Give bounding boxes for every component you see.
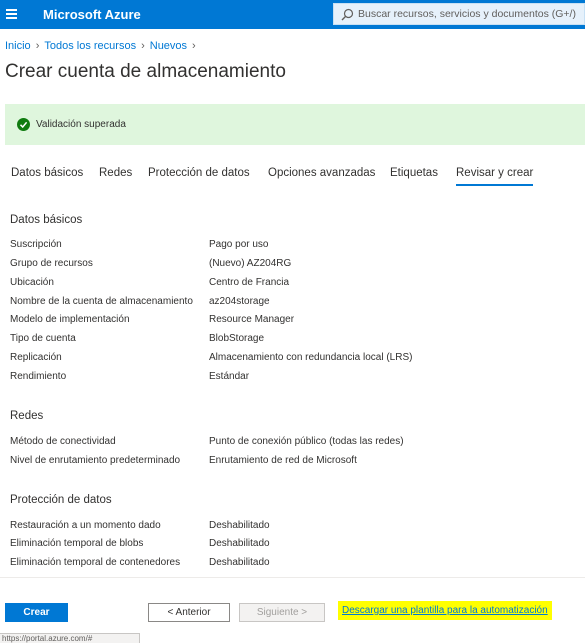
chevron-right-icon: › bbox=[35, 40, 40, 52]
tab-revisar-y-crear[interactable]: Revisar y crear bbox=[456, 167, 534, 186]
summary-label: Restauración a un momento dado bbox=[10, 520, 161, 531]
summary-label: Rendimiento bbox=[10, 371, 67, 382]
summary-value: BlobStorage bbox=[209, 333, 265, 344]
summary-value: Estándar bbox=[209, 371, 250, 382]
previous-button[interactable]: < Anterior bbox=[148, 603, 230, 622]
summary-value: Pago por uso bbox=[209, 239, 269, 250]
create-button[interactable]: Crear bbox=[5, 603, 68, 622]
chevron-right-icon: › bbox=[141, 40, 145, 52]
summary-label: Grupo de recursos bbox=[10, 258, 93, 269]
breadcrumb-nuevos[interactable]: Nuevos bbox=[150, 40, 187, 52]
check-circle-icon bbox=[17, 118, 30, 131]
summary-label: Replicación bbox=[10, 352, 62, 363]
validation-banner: Validación superada bbox=[5, 104, 585, 145]
breadcrumb: Inicio › Todos los recursos › Nuevos › bbox=[5, 40, 201, 52]
summary-label: Método de conectividad bbox=[10, 436, 116, 447]
summary-value: Punto de conexión público (todas las red… bbox=[209, 436, 404, 447]
search-box[interactable]: Buscar recursos, servicios y documentos … bbox=[333, 3, 585, 25]
summary-value: Deshabilitado bbox=[209, 520, 270, 531]
summary-label: Tipo de cuenta bbox=[10, 333, 76, 344]
tab-proteccion-de-datos[interactable]: Protección de datos bbox=[148, 167, 250, 179]
top-bar: Microsoft Azure Buscar recursos, servici… bbox=[0, 0, 585, 29]
summary-value: Deshabilitado bbox=[209, 557, 270, 568]
section-heading-basics: Datos básicos bbox=[10, 214, 83, 226]
validation-text: Validación superada bbox=[36, 119, 126, 130]
summary-label: Nombre de la cuenta de almacenamiento bbox=[10, 296, 193, 307]
summary-value: Resource Manager bbox=[209, 314, 295, 325]
summary-value: Deshabilitado bbox=[209, 538, 270, 549]
tab-bar: Datos básicos Redes Protección de datos … bbox=[0, 162, 585, 188]
chevron-right-icon: › bbox=[192, 40, 196, 52]
footer-divider bbox=[0, 577, 585, 578]
summary-value: az204storage bbox=[209, 296, 270, 307]
section-heading-data-protection: Protección de datos bbox=[10, 494, 112, 506]
status-bar-url: https://portal.azure.com/# bbox=[0, 633, 140, 643]
section-heading-networking: Redes bbox=[10, 410, 44, 422]
next-button[interactable]: Siguiente > bbox=[239, 603, 325, 622]
tab-redes[interactable]: Redes bbox=[99, 167, 132, 179]
breadcrumb-todos-los-recursos[interactable]: Todos los recursos bbox=[44, 40, 136, 52]
summary-value: Almacenamiento con redundancia local (LR… bbox=[209, 352, 413, 363]
search-placeholder: Buscar recursos, servicios y documentos … bbox=[358, 8, 576, 20]
breadcrumb-inicio[interactable]: Inicio bbox=[5, 40, 31, 52]
summary-value: Enrutamiento de red de Microsoft bbox=[209, 455, 357, 466]
search-icon bbox=[341, 8, 354, 21]
tab-opciones-avanzadas[interactable]: Opciones avanzadas bbox=[268, 167, 375, 179]
page-title: Crear cuenta de almacenamiento bbox=[5, 61, 286, 82]
summary-value: (Nuevo) AZ204RG bbox=[209, 258, 292, 269]
summary-value: Centro de Francia bbox=[209, 277, 290, 288]
tab-etiquetas[interactable]: Etiquetas bbox=[390, 167, 438, 179]
summary-label: Nivel de enrutamiento predeterminado bbox=[10, 455, 181, 466]
summary-label: Modelo de implementación bbox=[10, 314, 130, 325]
summary-label: Eliminación temporal de contenedores bbox=[10, 557, 181, 568]
download-template-link[interactable]: Descargar una plantilla para la automati… bbox=[338, 601, 552, 620]
summary-label: Ubicación bbox=[10, 277, 54, 288]
brand-title[interactable]: Microsoft Azure bbox=[43, 7, 141, 22]
menu-icon[interactable] bbox=[6, 9, 17, 19]
summary-label: Suscripción bbox=[10, 239, 62, 250]
summary-label: Eliminación temporal de blobs bbox=[10, 538, 144, 549]
tab-datos-basicos[interactable]: Datos básicos bbox=[11, 167, 83, 179]
